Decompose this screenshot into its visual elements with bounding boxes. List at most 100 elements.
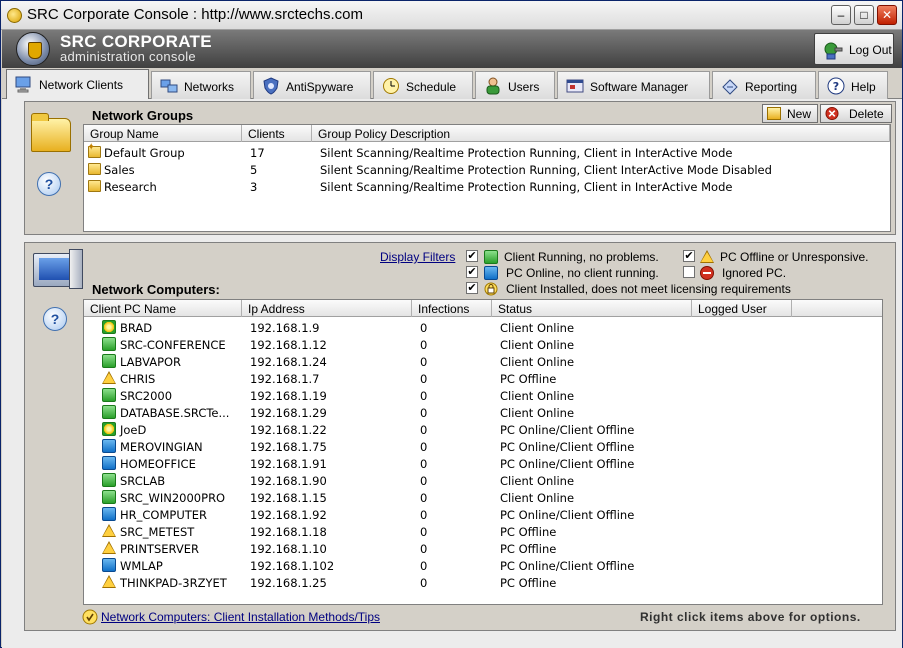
ip-address: 192.168.1.22: [250, 423, 327, 437]
groups-list[interactable]: Group Name Clients Group Policy Descript…: [83, 124, 891, 232]
filter-ignored-checkbox[interactable]: [683, 266, 695, 278]
status: Client Online: [500, 355, 575, 369]
group-row[interactable]: Research 3 Silent Scanning/Realtime Prot…: [84, 178, 890, 195]
pc-name: SRC_METEST: [120, 525, 195, 539]
computers-list[interactable]: Client PC Name Ip Address Infections Sta…: [83, 299, 883, 605]
tab-schedule[interactable]: Schedule: [373, 71, 473, 99]
computer-icon: [15, 76, 31, 93]
computer-row[interactable]: SRC_METEST 192.168.1.18 0 PC Offline: [84, 523, 882, 540]
col-group-name[interactable]: Group Name: [84, 125, 242, 142]
close-button[interactable]: ✕: [877, 5, 897, 25]
col-clients[interactable]: Clients: [242, 125, 312, 142]
computer-row[interactable]: THINKPAD-3RZYET 192.168.1.25 0 PC Offline: [84, 574, 882, 591]
filter-pc-online-checkbox[interactable]: ✔: [466, 266, 478, 278]
new-group-button[interactable]: New: [762, 104, 818, 123]
tab-software-manager[interactable]: Software Manager: [557, 71, 710, 99]
infections: 0: [420, 491, 428, 505]
user-icon: [486, 77, 500, 95]
computer-row[interactable]: MEROVINGIAN 192.168.1.75 0 PC Online/Client…: [84, 438, 882, 455]
window-title: SRC Corporate Console : http://www.srcte…: [27, 6, 363, 23]
filter-pc-offline-checkbox[interactable]: ✔: [683, 250, 695, 262]
green-status-icon: [102, 388, 116, 402]
brand-subtitle: administration console: [60, 49, 196, 64]
green-status-icon: [102, 473, 116, 487]
maximize-button[interactable]: □: [854, 5, 874, 25]
tab-help[interactable]: ? Help: [818, 71, 888, 99]
filter-license-checkbox[interactable]: ✔: [466, 282, 478, 294]
group-policy: Silent Scanning/Realtime Protection Runn…: [320, 146, 733, 160]
tab-network-clients[interactable]: Network Clients: [6, 69, 149, 100]
computer-row[interactable]: WMLAP 192.168.1.102 0 PC Online/Client Offl…: [84, 557, 882, 574]
computer-row[interactable]: DATABASE.SRCTe... 192.168.1.29 0 Client Onl…: [84, 404, 882, 421]
network-groups-panel: ? Network Groups New Delete Group Name C…: [24, 101, 896, 235]
status: Client Online: [500, 491, 575, 505]
report-icon: [722, 79, 738, 95]
infections: 0: [420, 508, 428, 522]
ip-address: 192.168.1.24: [250, 355, 327, 369]
tab-users[interactable]: Users: [475, 71, 555, 99]
warning-icon: [102, 371, 116, 385]
logout-icon: [824, 42, 843, 60]
group-row[interactable]: Default Group 17 Silent Scanning/Realtim…: [84, 142, 890, 161]
col-status[interactable]: Status: [492, 300, 692, 317]
warning-icon: [700, 250, 714, 264]
delete-group-button[interactable]: Delete: [820, 104, 892, 123]
col-client-pc-name[interactable]: Client PC Name: [84, 300, 242, 317]
computer-row[interactable]: HR_COMPUTER 192.168.1.92 0 PC Online/Client…: [84, 506, 882, 523]
tab-networks[interactable]: Networks: [151, 71, 251, 99]
computer-row[interactable]: HOMEOFFICE 192.168.1.91 0 PC Online/Client …: [84, 455, 882, 472]
computer-row[interactable]: SRC-CONFERENCE 192.168.1.12 0 Client Online: [84, 336, 882, 353]
display-filters-link[interactable]: Display Filters: [380, 250, 455, 264]
computer-row[interactable]: PRINTSERVER 192.168.1.10 0 PC Offline: [84, 540, 882, 557]
computer-row[interactable]: JoeD 192.168.1.22 0 PC Online/Client Offlin…: [84, 421, 882, 438]
filter-label: PC Online, no client running.: [506, 266, 659, 280]
install-tips-link[interactable]: Network Computers: Client Installation M…: [101, 610, 380, 624]
groups-help-icon[interactable]: ?: [37, 172, 61, 196]
client-licensed-icon: [102, 422, 116, 436]
filter-client-running-checkbox[interactable]: ✔: [466, 250, 478, 262]
blue-status-icon: [102, 558, 116, 572]
group-folder-icon: [88, 180, 101, 192]
ip-address: 192.168.1.102: [250, 559, 335, 573]
col-ip-address[interactable]: Ip Address: [242, 300, 412, 317]
status: Client Online: [500, 338, 575, 352]
pc-name: CHRIS: [120, 372, 156, 386]
tab-antispyware[interactable]: AntiSpyware: [253, 71, 371, 99]
logout-button[interactable]: Log Out: [814, 33, 894, 65]
minimize-button[interactable]: –: [831, 5, 851, 25]
warning-icon: [102, 524, 116, 538]
display-filters: Display Filters ✔ Client Running, no pro…: [380, 249, 895, 299]
ip-address: 192.168.1.29: [250, 406, 327, 420]
computers-help-icon[interactable]: ?: [43, 307, 67, 331]
status: PC Online/Client Offline: [500, 457, 635, 471]
group-clients: 5: [250, 163, 258, 177]
computer-row[interactable]: CHRIS 192.168.1.7 0 PC Offline: [84, 370, 882, 387]
network-computers-panel: ? Network Computers: Display Filters ✔ C…: [24, 242, 896, 631]
pc-name: WMLAP: [120, 559, 163, 573]
computer-row[interactable]: BRAD 192.168.1.9 0 Client Online: [84, 319, 882, 336]
status: PC Online/Client Offline: [500, 440, 635, 454]
pc-name: LABVAPOR: [120, 355, 182, 369]
group-row[interactable]: Sales 5 Silent Scanning/Realtime Protect…: [84, 161, 890, 178]
status: Client Online: [500, 389, 575, 403]
blue-status-icon: [484, 266, 498, 280]
col-infections[interactable]: Infections: [412, 300, 492, 317]
status: PC Online/Client Offline: [500, 423, 635, 437]
blue-status-icon: [102, 456, 116, 470]
filter-label: PC Offline or Unresponsive.: [720, 250, 869, 264]
tab-reporting[interactable]: Reporting: [712, 71, 816, 99]
computer-row[interactable]: SRC_WIN2000PRO 192.168.1.15 0 Client Online: [84, 489, 882, 506]
computer-row[interactable]: SRCLAB 192.168.1.90 0 Client Online: [84, 472, 882, 489]
col-logged-user[interactable]: Logged User: [692, 300, 792, 317]
computer-row[interactable]: LABVAPOR 192.168.1.24 0 Client Online: [84, 353, 882, 370]
group-clients: 3: [250, 180, 258, 194]
group-name: Research: [104, 180, 157, 194]
delete-icon: [825, 107, 839, 120]
ip-address: 192.168.1.10: [250, 542, 327, 556]
computer-row[interactable]: SRC2000 192.168.1.19 0 Client Online: [84, 387, 882, 404]
title-bar[interactable]: SRC Corporate Console : http://www.srcte…: [1, 1, 902, 30]
right-click-hint: Right click items above for options.: [640, 610, 861, 624]
col-policy[interactable]: Group Policy Description: [312, 125, 890, 142]
status: PC Offline: [500, 372, 557, 386]
tab-label: Users: [508, 80, 540, 94]
